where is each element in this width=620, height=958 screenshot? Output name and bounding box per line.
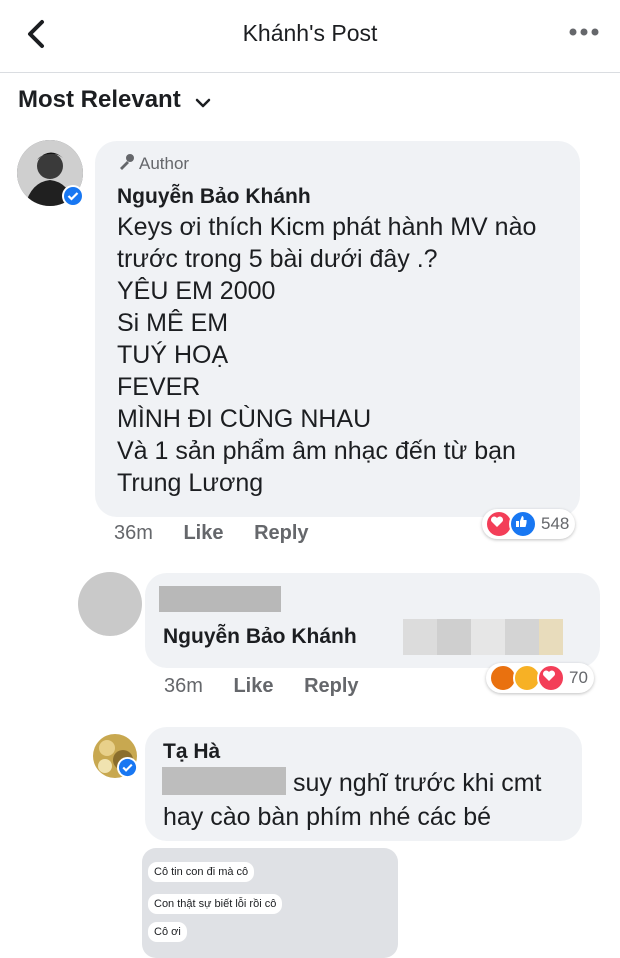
author-badge-label: Author bbox=[139, 154, 190, 173]
blurred-text bbox=[162, 767, 286, 795]
verified-badge-icon bbox=[117, 757, 138, 778]
comment-actions: 36m Like Reply bbox=[114, 522, 334, 545]
microphone-icon bbox=[120, 154, 134, 170]
comment-text: Keys ơi thích Kicm phát hành MV nào trướ… bbox=[117, 213, 537, 497]
sort-dropdown[interactable]: Most Relevant bbox=[18, 86, 211, 118]
page-title: Khánh's Post bbox=[242, 20, 378, 46]
top-bar: Khánh's Post bbox=[0, 0, 620, 73]
reaction-summary[interactable]: 70 bbox=[486, 663, 594, 693]
more-options-button[interactable] bbox=[568, 22, 600, 42]
reaction-count: 548 bbox=[541, 514, 570, 533]
more-dots-icon bbox=[569, 28, 599, 36]
reply-button[interactable]: Reply bbox=[304, 675, 358, 697]
author-badge: Author bbox=[117, 153, 189, 174]
verified-badge-icon bbox=[62, 185, 84, 207]
mention-name[interactable]: Nguyễn Bảo Khánh bbox=[163, 625, 357, 649]
love-reaction-icon bbox=[537, 664, 565, 692]
sort-label: Most Relevant bbox=[18, 86, 181, 113]
image-message: Con thật sự biết lỗi rồi cô bbox=[148, 894, 283, 914]
like-button[interactable]: Like bbox=[183, 522, 223, 544]
commenter-name[interactable]: Tạ Hà bbox=[163, 740, 220, 764]
comment-time: 36m bbox=[114, 522, 153, 544]
chevron-down-icon bbox=[195, 98, 211, 108]
like-button[interactable]: Like bbox=[233, 675, 273, 697]
comment-time: 36m bbox=[164, 675, 203, 697]
image-message: Cô tin con đi mà cô bbox=[148, 862, 255, 882]
comment-bubble[interactable]: Tạ Hà suy nghĩ trước khi cmt hay cào bàn… bbox=[145, 727, 582, 841]
reply-button[interactable]: Reply bbox=[254, 522, 308, 544]
comment-text-line2: hay cào bàn phím nhé các bé bbox=[163, 803, 492, 831]
comment-text-line1: suy nghĩ trước khi cmt bbox=[293, 769, 542, 797]
commenter-name[interactable]: Nguyễn Bảo Khánh bbox=[117, 185, 311, 209]
reaction-count: 70 bbox=[569, 668, 588, 687]
comment-bubble[interactable]: Nguyễn Bảo Khánh bbox=[145, 573, 600, 668]
image-message: Cô ơi bbox=[148, 922, 187, 942]
attached-image[interactable]: Cô tin con đi mà cô Con thật sự biết lỗi… bbox=[142, 848, 398, 958]
reaction-summary[interactable]: 548 bbox=[482, 509, 576, 539]
comment-actions: 36m Like Reply bbox=[164, 675, 384, 698]
avatar[interactable] bbox=[78, 572, 142, 636]
like-reaction-icon bbox=[509, 510, 537, 538]
blurred-name bbox=[159, 586, 281, 612]
comment-bubble[interactable]: Author Nguyễn Bảo Khánh Keys ơi thích Ki… bbox=[95, 141, 580, 517]
